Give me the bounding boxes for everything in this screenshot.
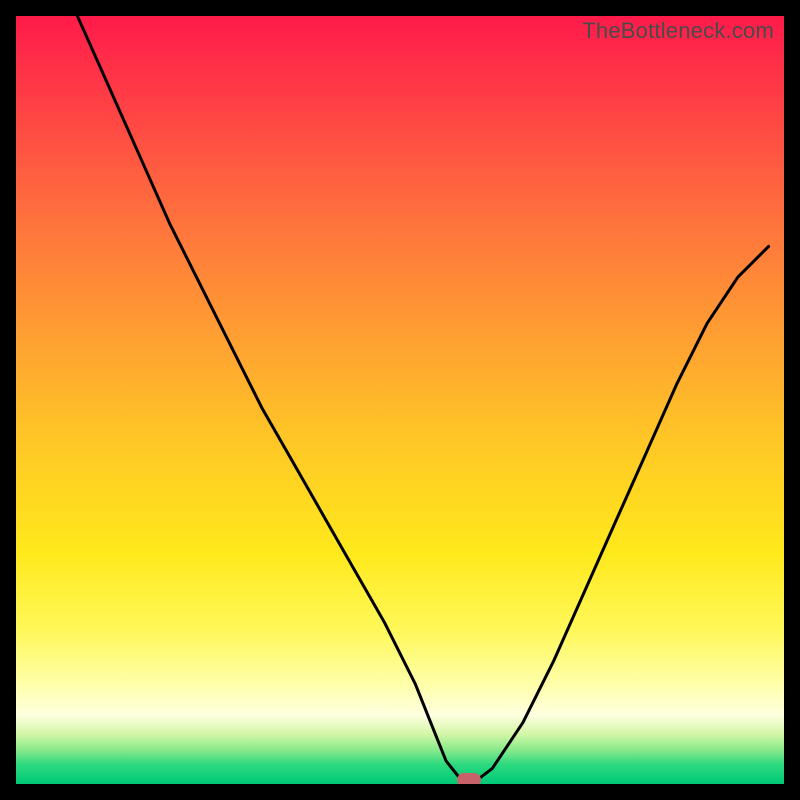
bottleneck-curve <box>77 16 768 780</box>
bottleneck-marker <box>457 773 481 784</box>
chart-frame: { "watermark": "TheBottleneck.com", "col… <box>0 0 800 800</box>
curve-layer <box>16 16 784 784</box>
plot-area: TheBottleneck.com <box>16 16 784 784</box>
